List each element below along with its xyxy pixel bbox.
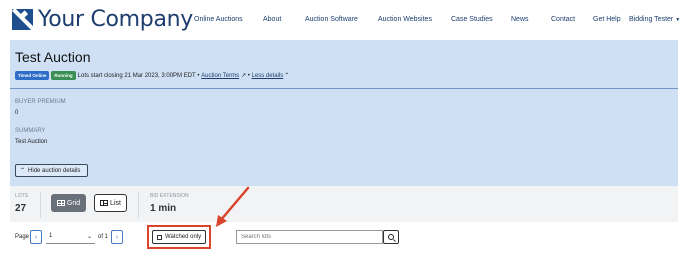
- next-page-button[interactable]: ›: [111, 230, 123, 244]
- panel-divider: [10, 88, 678, 89]
- prev-page-button[interactable]: ‹: [30, 230, 42, 244]
- chevron-double-up-icon: ⌃: [20, 168, 26, 174]
- hide-auction-details-button[interactable]: ⌃ Hide auction details: [15, 164, 88, 177]
- grid-label: Grid: [66, 199, 81, 207]
- top-navigation-bar: Your Company Online Auctions About Aucti…: [0, 0, 688, 40]
- nav-online-auctions[interactable]: Online Auctions: [194, 16, 243, 23]
- auction-status-line: Timed Online Running Lots start closing …: [15, 71, 289, 80]
- nav-contact[interactable]: Contact: [551, 16, 575, 23]
- nav-case-studies[interactable]: Case Studies: [451, 16, 493, 23]
- bid-extension-label: BID EXTENSION: [150, 193, 189, 199]
- nav-about[interactable]: About: [263, 16, 281, 23]
- nav-auction-software[interactable]: Auction Software: [305, 16, 358, 23]
- company-logo[interactable]: Your Company: [12, 7, 193, 32]
- lots-label: LOTS: [15, 193, 29, 199]
- watched-only-label: Watched only: [165, 234, 202, 240]
- nav-news[interactable]: News: [511, 16, 529, 23]
- nav-get-help[interactable]: Get Help: [593, 16, 621, 23]
- logo-text: Your Company: [38, 7, 194, 32]
- stats-divider: [138, 192, 139, 218]
- running-badge: Running: [51, 71, 76, 80]
- annotation-arrow-icon: [216, 186, 250, 227]
- search-button[interactable]: [383, 230, 399, 244]
- page-select[interactable]: 1 ⌄: [46, 230, 95, 244]
- watched-only-toggle[interactable]: Watched only: [152, 230, 206, 244]
- auction-terms-link[interactable]: Auction Terms: [201, 73, 239, 79]
- checkbox-icon: [157, 234, 162, 240]
- buyer-premium-label: BUYER PREMIUM: [15, 99, 66, 105]
- grid-view-button[interactable]: Grid: [51, 194, 86, 212]
- bid-extension-value: 1 min: [150, 203, 177, 214]
- lots-count: 27: [15, 203, 27, 214]
- timed-online-badge: Timed Online: [15, 71, 50, 80]
- list-icon: [100, 200, 109, 206]
- search-icon: [388, 234, 394, 240]
- auction-details-panel: Test Auction Timed Online Running Lots s…: [10, 40, 678, 186]
- chevron-up-icon: ⌃: [284, 73, 290, 79]
- lots-stats-bar: LOTS 27 Grid List BID EXTENSION 1 min: [10, 186, 678, 222]
- summary-value: Test Auction: [15, 139, 48, 145]
- grid-icon: [56, 200, 65, 206]
- less-details-link[interactable]: Less details: [252, 73, 284, 79]
- stats-divider: [40, 192, 41, 218]
- auction-title: Test Auction: [15, 49, 91, 65]
- logo-icon: [12, 9, 33, 30]
- caret-down-icon: ▼: [675, 17, 681, 23]
- page-select-value: 1: [49, 233, 53, 239]
- search-lots-input[interactable]: [236, 230, 383, 244]
- summary-label: SUMMARY: [15, 128, 46, 134]
- list-view-button[interactable]: List: [94, 194, 127, 212]
- user-menu[interactable]: Bidding Tester ▼: [629, 16, 680, 23]
- page-count-label: of 1: [98, 234, 109, 240]
- hide-details-label: Hide auction details: [28, 167, 81, 174]
- nav-auction-websites[interactable]: Auction Websites: [378, 16, 432, 23]
- closing-text: Lots start closing 21 Mar 2023, 3:00PM E…: [77, 72, 196, 79]
- user-menu-label: Bidding Tester: [629, 16, 674, 23]
- list-label: List: [110, 199, 121, 207]
- page-label: Page: [15, 234, 30, 240]
- chevron-down-icon: ⌄: [86, 234, 92, 240]
- buyer-premium-value: 0: [15, 110, 19, 116]
